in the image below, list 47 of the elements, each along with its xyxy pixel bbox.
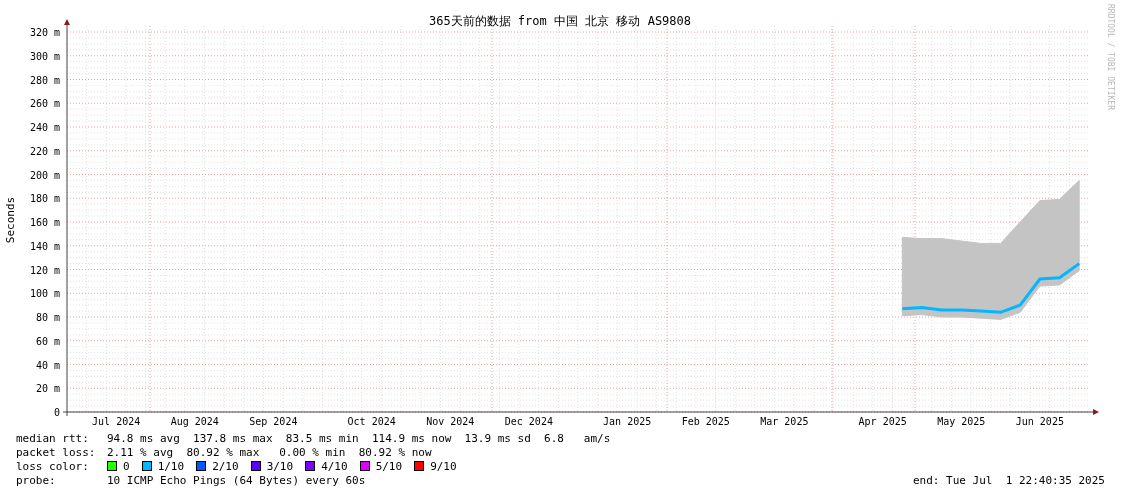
chart-title: 365天前的数据 from 中国 北京 移动 AS9808 bbox=[429, 14, 691, 28]
loss-level-label: 2/10 bbox=[212, 459, 239, 473]
y-tick-label: 300 m bbox=[29, 50, 60, 62]
y-axis-label: Seconds bbox=[4, 196, 17, 244]
loss-level-label: 3/10 bbox=[266, 459, 294, 473]
y-tick-label: 100 m bbox=[29, 288, 60, 300]
loss-level-label: 0 bbox=[123, 459, 130, 473]
watermark-text: RRDTOOL / TOBI OETIKER bbox=[1106, 4, 1115, 110]
legend-label: loss color: bbox=[16, 459, 90, 473]
probe-text: 10 ICMP Echo Pings (64 Bytes) every 60s bbox=[107, 473, 366, 487]
y-tick-label: 220 m bbox=[29, 145, 60, 157]
legend-label: probe: bbox=[16, 473, 57, 487]
y-tick-label: 160 m bbox=[29, 217, 60, 228]
y-tick-label: 240 m bbox=[29, 122, 60, 133]
loss-level-label: 9/10 bbox=[430, 459, 457, 473]
y-tick-label: 200 m bbox=[29, 169, 60, 181]
y-tick-label: 280 m bbox=[29, 74, 60, 86]
x-tick-label: Dec 2024 bbox=[504, 416, 553, 427]
end-time: end: Tue Jul 1 22:40:35 2025 bbox=[912, 473, 1105, 487]
loss-level-label: 4/10 bbox=[321, 459, 348, 473]
y-tick-label: 260 m bbox=[29, 98, 60, 110]
y-tick-label: 20 m bbox=[35, 383, 60, 395]
x-tick-label: Jan 2025 bbox=[603, 416, 652, 427]
legend-label: packet loss: bbox=[16, 445, 97, 459]
x-tick-label: Mar 2025 bbox=[760, 416, 809, 427]
x-tick-label: Feb 2025 bbox=[681, 416, 730, 427]
legend-stats: 94.8 ms avg 137.8 ms max 83.5 ms min 114.9 ms now 13.9 ms sd 6.8 am/s bbox=[107, 431, 611, 445]
y-tick-label: 0 bbox=[53, 407, 60, 418]
legend-stats: 2.11 % avg 80.92 % max 0.00 % min 80.92 % now bbox=[107, 445, 432, 459]
x-tick-label: Sep 2024 bbox=[249, 416, 298, 427]
y-tick-label: 180 m bbox=[29, 193, 60, 205]
x-tick-label: May 2025 bbox=[937, 416, 986, 427]
x-tick-label: Apr 2025 bbox=[858, 416, 907, 427]
y-tick-label: 40 m bbox=[35, 359, 60, 371]
x-tick-label: Jun 2025 bbox=[1015, 416, 1064, 427]
y-tick-label: 120 m bbox=[29, 264, 60, 276]
x-tick-label: Aug 2024 bbox=[170, 416, 219, 427]
x-tick-label: Nov 2024 bbox=[426, 416, 475, 427]
loss-level-label: 1/10 bbox=[157, 459, 185, 473]
y-tick-label: 80 m bbox=[35, 312, 60, 323]
y-tick-label: 320 m bbox=[29, 27, 60, 38]
x-tick-label: Oct 2024 bbox=[347, 416, 396, 427]
y-tick-label: 140 m bbox=[29, 240, 60, 252]
y-tick-label: 60 m bbox=[35, 335, 60, 347]
loss-level-label: 5/10 bbox=[375, 459, 403, 473]
x-tick-label: Jul 2024 bbox=[92, 416, 141, 427]
legend-label: median rtt: bbox=[16, 431, 90, 445]
